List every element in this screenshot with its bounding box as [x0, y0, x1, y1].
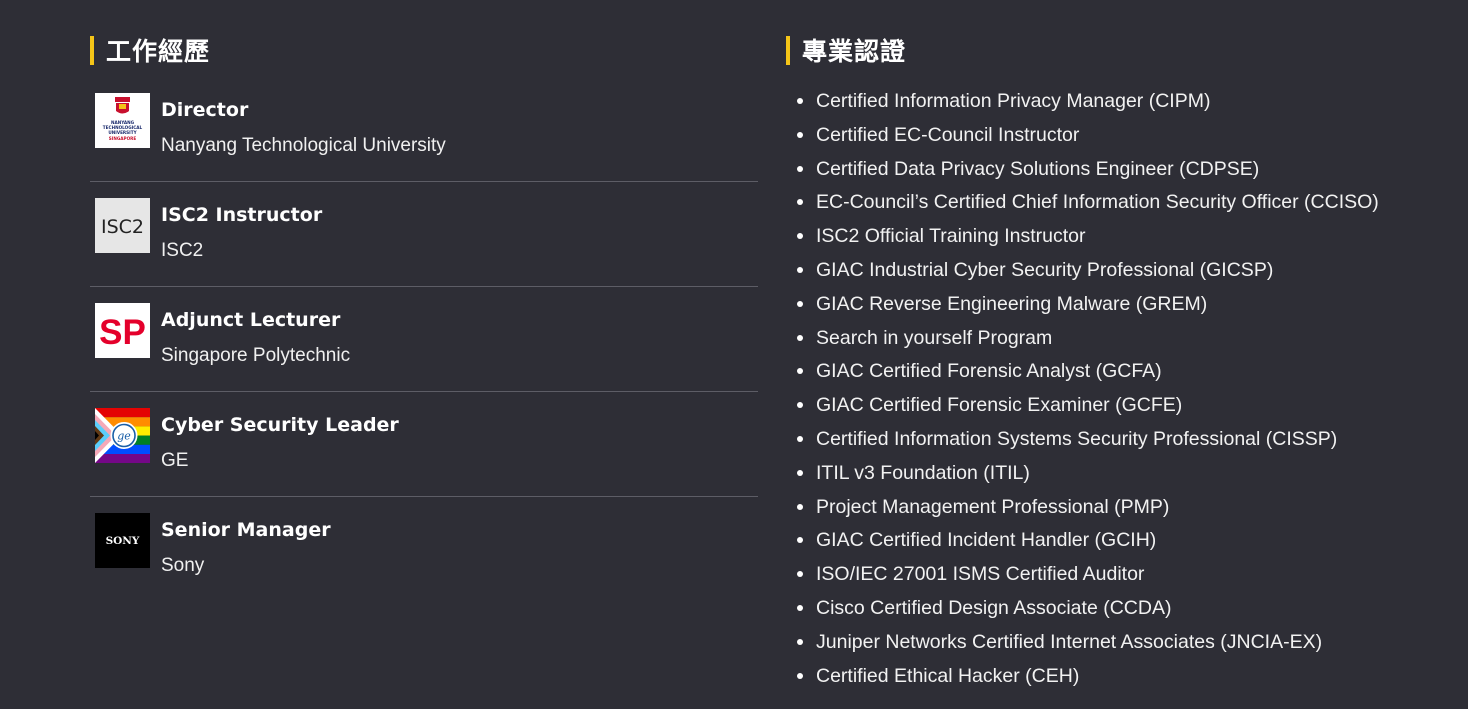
bullet-icon: [797, 131, 803, 138]
certification-item: GIAC Certified Forensic Analyst (GCFA): [797, 356, 1379, 390]
bullet-icon: [797, 537, 803, 544]
certification-item: Project Management Professional (PMP): [797, 492, 1379, 526]
experience-title: Senior Manager: [161, 519, 331, 541]
certification-item: Certified Information Privacy Manager (C…: [797, 86, 1379, 120]
bullet-icon: [797, 402, 803, 409]
bullet-icon: [797, 435, 803, 442]
heading-accent-bar: [786, 35, 790, 65]
experience-org: ISC2: [161, 240, 204, 261]
certification-item: Certified Data Privacy Solutions Enginee…: [797, 154, 1379, 188]
bullet-icon: [797, 165, 803, 172]
bullet-icon: [797, 233, 803, 240]
bullet-icon: [797, 300, 803, 307]
bullet-icon: [797, 266, 803, 273]
bullet-icon: [797, 469, 803, 476]
sony-logo: SONY: [95, 513, 150, 568]
certification-label: Juniper Networks Certified Internet Asso…: [816, 630, 1323, 653]
certification-item: Certified Ethical Hacker (CEH): [797, 661, 1379, 695]
divider: [90, 181, 758, 182]
certification-item: Certified Information Systems Security P…: [797, 424, 1379, 458]
isc2-logo: ISC2: [95, 198, 150, 253]
sp-logo-text: SP: [99, 313, 146, 352]
experience-title: ISC2 Instructor: [161, 204, 323, 226]
experience-org: Singapore Polytechnic: [161, 345, 351, 366]
certification-item: GIAC Certified Forensic Examiner (GCFE): [797, 390, 1379, 424]
bullet-icon: [797, 368, 803, 375]
experience-title: Director: [161, 99, 249, 121]
certification-label: Certified Information Privacy Manager (C…: [816, 90, 1211, 112]
experience-org: Sony: [161, 555, 205, 576]
experience-item: SP Adjunct Lecturer Singapore Polytechni…: [90, 303, 758, 408]
svg-text:ge: ge: [117, 430, 131, 443]
bullet-icon: [797, 604, 803, 611]
certification-label: Search in yourself Program: [816, 326, 1053, 349]
bullet-icon: [797, 638, 803, 645]
certification-label: Certified Information Systems Security P…: [816, 427, 1338, 450]
ntu-logo-line-3: UNIVERSITY: [108, 130, 137, 135]
certification-item: Certified EC-Council Instructor: [797, 120, 1379, 154]
certification-label: GIAC Certified Forensic Examiner (GCFE): [816, 394, 1183, 417]
sony-logo-text: SONY: [106, 535, 140, 547]
certification-label: Certified EC-Council Instructor: [816, 123, 1080, 146]
bullet-icon: [797, 503, 803, 510]
ge-pride-logo: ge: [95, 408, 150, 463]
certification-label: ITIL v3 Foundation (ITIL): [816, 461, 1030, 484]
certification-item: GIAC Reverse Engineering Malware (GREM): [797, 289, 1379, 323]
heading-accent-bar: [90, 35, 94, 65]
certification-item: Cisco Certified Design Associate (CCDA): [797, 593, 1379, 627]
certifications-heading-title: 專業認證: [802, 37, 907, 66]
certification-label: EC-Council’s Certified Chief Information…: [816, 191, 1379, 214]
ntu-logo: NANYANG TECHNOLOGICAL UNIVERSITY SINGAPO…: [95, 93, 150, 148]
divider: [90, 496, 758, 497]
experience-item: NANYANG TECHNOLOGICAL UNIVERSITY SINGAPO…: [90, 93, 758, 198]
certification-item: Search in yourself Program: [797, 323, 1379, 357]
experience-org: Nanyang Technological University: [161, 135, 446, 156]
bullet-icon: [797, 199, 803, 206]
divider: [90, 286, 758, 287]
bullet-icon: [797, 334, 803, 341]
certifications-list: Certified Information Privacy Manager (C…: [797, 86, 1379, 694]
ntu-logo-line-4: SINGAPORE: [109, 136, 137, 141]
certification-label: ISO/IEC 27001 ISMS Certified Auditor: [816, 563, 1145, 586]
certification-label: GIAC Certified Forensic Analyst (GCFA): [816, 360, 1162, 383]
experience-list: NANYANG TECHNOLOGICAL UNIVERSITY SINGAPO…: [90, 93, 758, 618]
certification-item: Juniper Networks Certified Internet Asso…: [797, 627, 1379, 661]
certification-label: Certified Ethical Hacker (CEH): [816, 664, 1080, 687]
certification-item: ITIL v3 Foundation (ITIL): [797, 458, 1379, 492]
certification-label: GIAC Certified Incident Handler (GCIH): [816, 529, 1157, 552]
certification-item: EC-Council’s Certified Chief Information…: [797, 187, 1379, 221]
bullet-icon: [797, 571, 803, 578]
certification-label: Certified Data Privacy Solutions Enginee…: [816, 157, 1260, 180]
certifications-heading: 專業認證: [786, 34, 906, 66]
certification-item: ISC2 Official Training Instructor: [797, 221, 1379, 255]
certification-label: Cisco Certified Design Associate (CCDA): [816, 596, 1172, 619]
sp-logo: SP: [95, 303, 150, 358]
certification-label: Project Management Professional (PMP): [816, 495, 1170, 518]
isc2-logo-text: ISC2: [101, 216, 144, 238]
experience-item: ge Cyber Security Leader GE: [90, 408, 758, 513]
certification-item: GIAC Industrial Cyber Security Professio…: [797, 255, 1379, 289]
experience-title: Adjunct Lecturer: [161, 309, 341, 331]
experience-item: ISC2 ISC2 Instructor ISC2: [90, 198, 758, 303]
certification-item: ISO/IEC 27001 ISMS Certified Auditor: [797, 559, 1379, 593]
certification-label: GIAC Reverse Engineering Malware (GREM): [816, 292, 1208, 315]
experience-title: Cyber Security Leader: [161, 414, 399, 436]
bullet-icon: [797, 98, 803, 104]
experience-heading: 工作經歷: [90, 34, 210, 66]
experience-item: SONY Senior Manager Sony: [90, 513, 758, 618]
certification-label: ISC2 Official Training Instructor: [816, 225, 1086, 248]
certification-label: GIAC Industrial Cyber Security Professio…: [816, 258, 1274, 281]
certification-item: GIAC Certified Incident Handler (GCIH): [797, 525, 1379, 559]
experience-org: GE: [161, 450, 189, 471]
experience-heading-title: 工作經歷: [106, 37, 211, 66]
bullet-icon: [797, 672, 803, 679]
divider: [90, 391, 758, 392]
